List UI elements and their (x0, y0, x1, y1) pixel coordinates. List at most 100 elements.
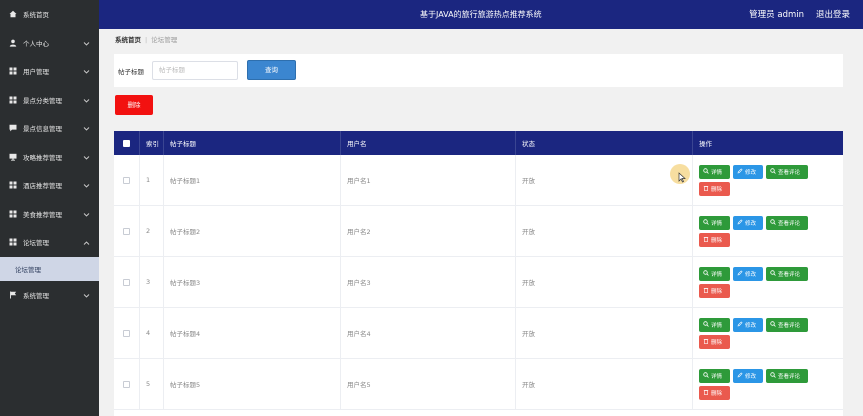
edit-icon (737, 320, 745, 329)
row-checkbox[interactable] (123, 329, 130, 337)
search-title-input[interactable]: 帖子标题 (152, 61, 238, 80)
chevron-down-icon (83, 40, 90, 46)
row-user: 用户名5 (341, 359, 516, 409)
view-comments-button[interactable]: 查看评论 (766, 266, 808, 281)
grid-icon (9, 67, 17, 75)
search-icon (703, 269, 711, 278)
sidebar-item-4[interactable]: 景点信息管理 (0, 114, 99, 143)
delete-row-button[interactable]: 删除 (699, 232, 730, 247)
edit-button[interactable]: 修改 (733, 215, 763, 230)
edit-icon (737, 167, 745, 176)
view-comments-button[interactable]: 查看评论 (766, 164, 808, 179)
row-checkbox[interactable] (123, 227, 130, 235)
header-user: 用户名 (341, 131, 516, 155)
chevron-down-icon (83, 97, 90, 103)
edit-label: 修改 (745, 220, 757, 227)
detail-button[interactable]: 详情 (699, 164, 730, 179)
sidebar-item-label: 论坛管理 (23, 239, 49, 248)
edit-label: 修改 (745, 169, 757, 176)
edit-button[interactable]: 修改 (733, 164, 763, 179)
home-icon (9, 10, 17, 18)
select-all-checkbox[interactable] (123, 139, 130, 147)
sidebar-item-label: 攻略推荐管理 (23, 153, 62, 162)
detail-label: 详情 (711, 169, 723, 176)
forum-table: 索引 帖子标题 用户名 状态 操作 1 帖子标题1 用户名1 开放 详情 修改 查看评论 删除… (114, 131, 843, 416)
sidebar-item-7[interactable]: 美食推荐管理 (0, 200, 99, 229)
delete-row-button[interactable]: 删除 (699, 181, 730, 196)
grid-icon (9, 238, 17, 246)
search-icon (770, 371, 778, 380)
detail-button[interactable]: 详情 (699, 266, 730, 281)
row-ops: 详情 修改 查看评论删除 (693, 359, 843, 409)
edit-button[interactable]: 修改 (733, 266, 763, 281)
bulk-delete-button[interactable]: 删除 (115, 95, 153, 115)
edit-label: 修改 (745, 373, 757, 380)
chevron-down-icon (83, 126, 90, 131)
sidebar-item-label: 美食推荐管理 (23, 210, 62, 219)
row-status: 开放 (516, 308, 693, 358)
sidebar-item-system[interactable]: 系统管理 (0, 281, 99, 310)
row-ops: 详情 修改 查看评论删除 (693, 257, 843, 307)
row-checkbox[interactable] (123, 380, 130, 388)
sidebar-item-label: 景点信息管理 (23, 125, 62, 134)
chevron-down-icon (83, 211, 90, 217)
edit-button[interactable]: 修改 (733, 317, 763, 332)
edit-label: 修改 (745, 271, 757, 278)
flag-icon (9, 291, 17, 299)
top-header: 基于JAVA的旅行旅游热点推荐系统 管理员 admin 退出登录 (99, 0, 863, 29)
row-status: 开放 (516, 206, 693, 256)
trash-icon (703, 185, 711, 193)
detail-label: 详情 (711, 271, 723, 278)
table-row: 5 帖子标题5 用户名5 开放 详情 修改 查看评论 删除 (114, 359, 843, 410)
sidebar-subitem-forum[interactable]: 论坛管理 (0, 256, 99, 281)
search-button[interactable]: 查询 (247, 60, 296, 80)
search-icon (770, 269, 778, 278)
detail-label: 详情 (711, 220, 723, 227)
view-comments-button[interactable]: 查看评论 (766, 215, 808, 230)
delete-row-button[interactable]: 删除 (699, 334, 730, 349)
admin-label: 管理员 admin (749, 10, 804, 20)
row-checkbox[interactable] (123, 176, 130, 184)
sidebar-item-2[interactable]: 用户管理 (0, 57, 99, 86)
sidebar-item-3[interactable]: 景点分类管理 (0, 86, 99, 115)
row-checkbox-cell (114, 206, 140, 256)
search-icon (703, 320, 711, 329)
row-user: 用户名4 (341, 308, 516, 358)
row-checkbox-cell (114, 155, 140, 205)
chevron-up-icon (83, 240, 90, 246)
search-icon (703, 167, 711, 176)
sidebar-item-1[interactable]: 个人中心 (0, 29, 99, 58)
row-status: 开放 (516, 257, 693, 307)
row-index: 3 (140, 257, 164, 307)
sidebar-item-6[interactable]: 酒店推荐管理 (0, 171, 99, 200)
row-title: 帖子标题1 (164, 155, 341, 205)
remove-label: 删除 (711, 390, 723, 397)
sidebar-item-0[interactable]: 系统首页 (0, 0, 99, 29)
row-checkbox-cell (114, 308, 140, 358)
sidebar-item-5[interactable]: 攻略推荐管理 (0, 143, 99, 172)
row-user: 用户名3 (341, 257, 516, 307)
delete-row-button[interactable]: 删除 (699, 283, 730, 298)
row-index: 1 (140, 155, 164, 205)
row-user: 用户名1 (341, 155, 516, 205)
sidebar-item-8[interactable]: 论坛管理 (0, 228, 99, 257)
detail-button[interactable]: 详情 (699, 368, 730, 383)
edit-button[interactable]: 修改 (733, 368, 763, 383)
remove-label: 删除 (711, 339, 723, 346)
chevron-down-icon (83, 292, 90, 298)
logout-link[interactable]: 退出登录 (816, 8, 850, 20)
sidebar-item-label: 酒店推荐管理 (23, 182, 62, 191)
detail-button[interactable]: 详情 (699, 215, 730, 230)
remove-label: 删除 (711, 237, 723, 244)
breadcrumb-home[interactable]: 系统首页 (115, 36, 141, 44)
row-title: 帖子标题3 (164, 257, 341, 307)
comments-label: 查看评论 (778, 271, 801, 278)
sidebar-item-label: 系统管理 (23, 291, 49, 300)
header-title: 帖子标题 (164, 131, 341, 155)
delete-row-button[interactable]: 删除 (699, 385, 730, 400)
view-comments-button[interactable]: 查看评论 (766, 317, 808, 332)
row-checkbox[interactable] (123, 278, 130, 286)
view-comments-button[interactable]: 查看评论 (766, 368, 808, 383)
detail-button[interactable]: 详情 (699, 317, 730, 332)
chevron-down-icon (83, 154, 90, 160)
